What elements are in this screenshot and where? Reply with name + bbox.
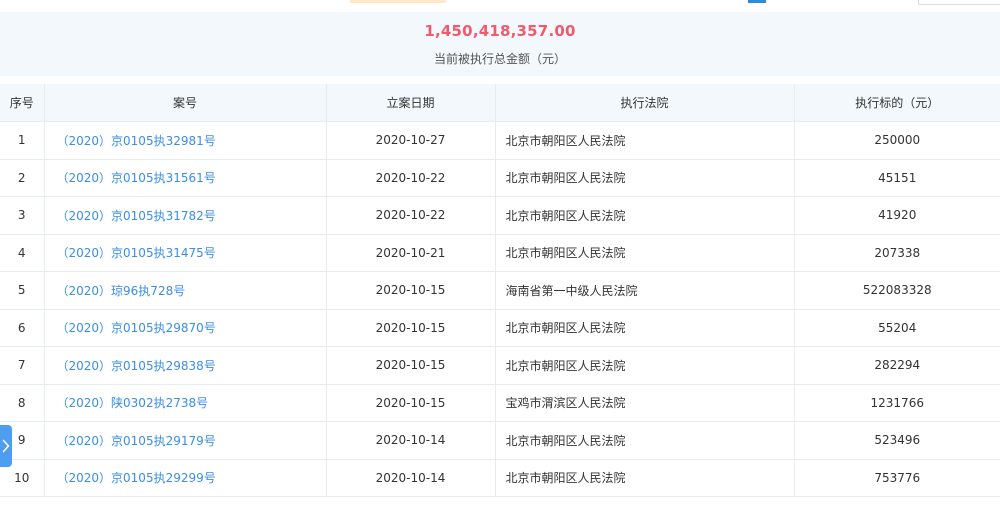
filing-date: 2020-10-14 [326,421,496,460]
case-number-link[interactable]: （2020）京0105执29838号 [57,359,216,373]
court-name: 宝鸡市渭滨区人民法院 [495,384,795,422]
execution-target: 753776 [794,459,1000,497]
filing-date: 2020-10-21 [326,234,496,272]
active-tab-indicator [350,0,446,3]
row-index: 8 [0,384,45,422]
filing-date: 2020-10-14 [326,459,496,497]
case-number-link[interactable]: （2020）京0105执32981号 [57,134,216,148]
filing-date: 2020-10-15 [326,384,496,422]
header-index: 序号 [0,84,45,122]
table-header-row: 序号 案号 立案日期 执行法院 执行标的（元） [0,84,1000,122]
chevron-right-icon [2,439,10,453]
table-row: 6 （2020）京0105执29870号 2020-10-15 北京市朝阳区人民… [0,309,1000,347]
table-row: 3 （2020）京0105执31782号 2020-10-22 北京市朝阳区人民… [0,196,1000,235]
search-box-edge[interactable] [918,0,1000,5]
court-name: 北京市朝阳区人民法院 [495,421,795,460]
court-name: 北京市朝阳区人民法院 [495,459,795,497]
row-index: 4 [0,234,45,272]
execution-target: 207338 [794,234,1000,272]
row-index: 3 [0,196,45,235]
row-index: 7 [0,346,45,385]
court-name: 海南省第一中级人民法院 [495,271,795,310]
side-expand-handle[interactable] [0,425,12,467]
case-number-link[interactable]: （2020）京0105执31782号 [57,209,216,223]
case-number-link[interactable]: （2020）京0105执31475号 [57,246,216,260]
court-name: 北京市朝阳区人民法院 [495,159,795,197]
row-index: 5 [0,271,45,310]
case-number-link[interactable]: （2020）京0105执29870号 [57,321,216,335]
case-number-link[interactable]: （2020）京0105执29299号 [57,471,216,485]
header-target: 执行标的（元） [794,84,1000,122]
execution-target: 282294 [794,346,1000,385]
execution-target: 41920 [794,196,1000,235]
total-execution-caption: 当前被执行总金额（元） [433,52,566,66]
court-name: 北京市朝阳区人民法院 [495,234,795,272]
toolbar-indicator [748,0,766,3]
case-number-link[interactable]: （2020）琼96执728号 [57,284,186,298]
execution-table: 序号 案号 立案日期 执行法院 执行标的（元） 1 （2020）京0105执32… [0,84,1000,497]
case-number-link[interactable]: （2020）京0105执29179号 [57,434,216,448]
row-index: 2 [0,159,45,197]
court-name: 北京市朝阳区人民法院 [495,346,795,385]
table-row: 2 （2020）京0105执31561号 2020-10-22 北京市朝阳区人民… [0,159,1000,197]
table-row: 10 （2020）京0105执29299号 2020-10-14 北京市朝阳区人… [0,459,1000,497]
row-index: 6 [0,309,45,347]
header-filing-date: 立案日期 [326,84,496,122]
filing-date: 2020-10-22 [326,196,496,235]
court-name: 北京市朝阳区人民法院 [495,309,795,347]
filing-date: 2020-10-27 [326,121,496,160]
table-row: 1 （2020）京0105执32981号 2020-10-27 北京市朝阳区人民… [0,121,1000,160]
top-strip [0,0,1000,12]
filing-date: 2020-10-22 [326,159,496,197]
court-name: 北京市朝阳区人民法院 [495,196,795,235]
case-number-link[interactable]: （2020）陕0302执2738号 [57,396,209,410]
row-index: 1 [0,121,45,160]
execution-target: 250000 [794,121,1000,160]
execution-target: 55204 [794,309,1000,347]
execution-target: 523496 [794,421,1000,460]
execution-target: 522083328 [794,271,1000,310]
filing-date: 2020-10-15 [326,309,496,347]
filing-date: 2020-10-15 [326,271,496,310]
execution-target: 45151 [794,159,1000,197]
court-name: 北京市朝阳区人民法院 [495,121,795,160]
case-number-link[interactable]: （2020）京0105执31561号 [57,171,216,185]
table-row: 5 （2020）琼96执728号 2020-10-15 海南省第一中级人民法院 … [0,271,1000,310]
header-court: 执行法院 [495,84,795,122]
total-execution-amount: 1,450,418,357.00 [424,22,576,40]
table-row: 9 （2020）京0105执29179号 2020-10-14 北京市朝阳区人民… [0,421,1000,460]
table-row: 4 （2020）京0105执31475号 2020-10-21 北京市朝阳区人民… [0,234,1000,272]
header-case-no: 案号 [44,84,327,122]
filing-date: 2020-10-15 [326,346,496,385]
execution-target: 1231766 [794,384,1000,422]
table-row: 7 （2020）京0105执29838号 2020-10-15 北京市朝阳区人民… [0,346,1000,385]
execution-summary: 1,450,418,357.00 当前被执行总金额（元） [0,12,1000,76]
table-row: 8 （2020）陕0302执2738号 2020-10-15 宝鸡市渭滨区人民法… [0,384,1000,422]
